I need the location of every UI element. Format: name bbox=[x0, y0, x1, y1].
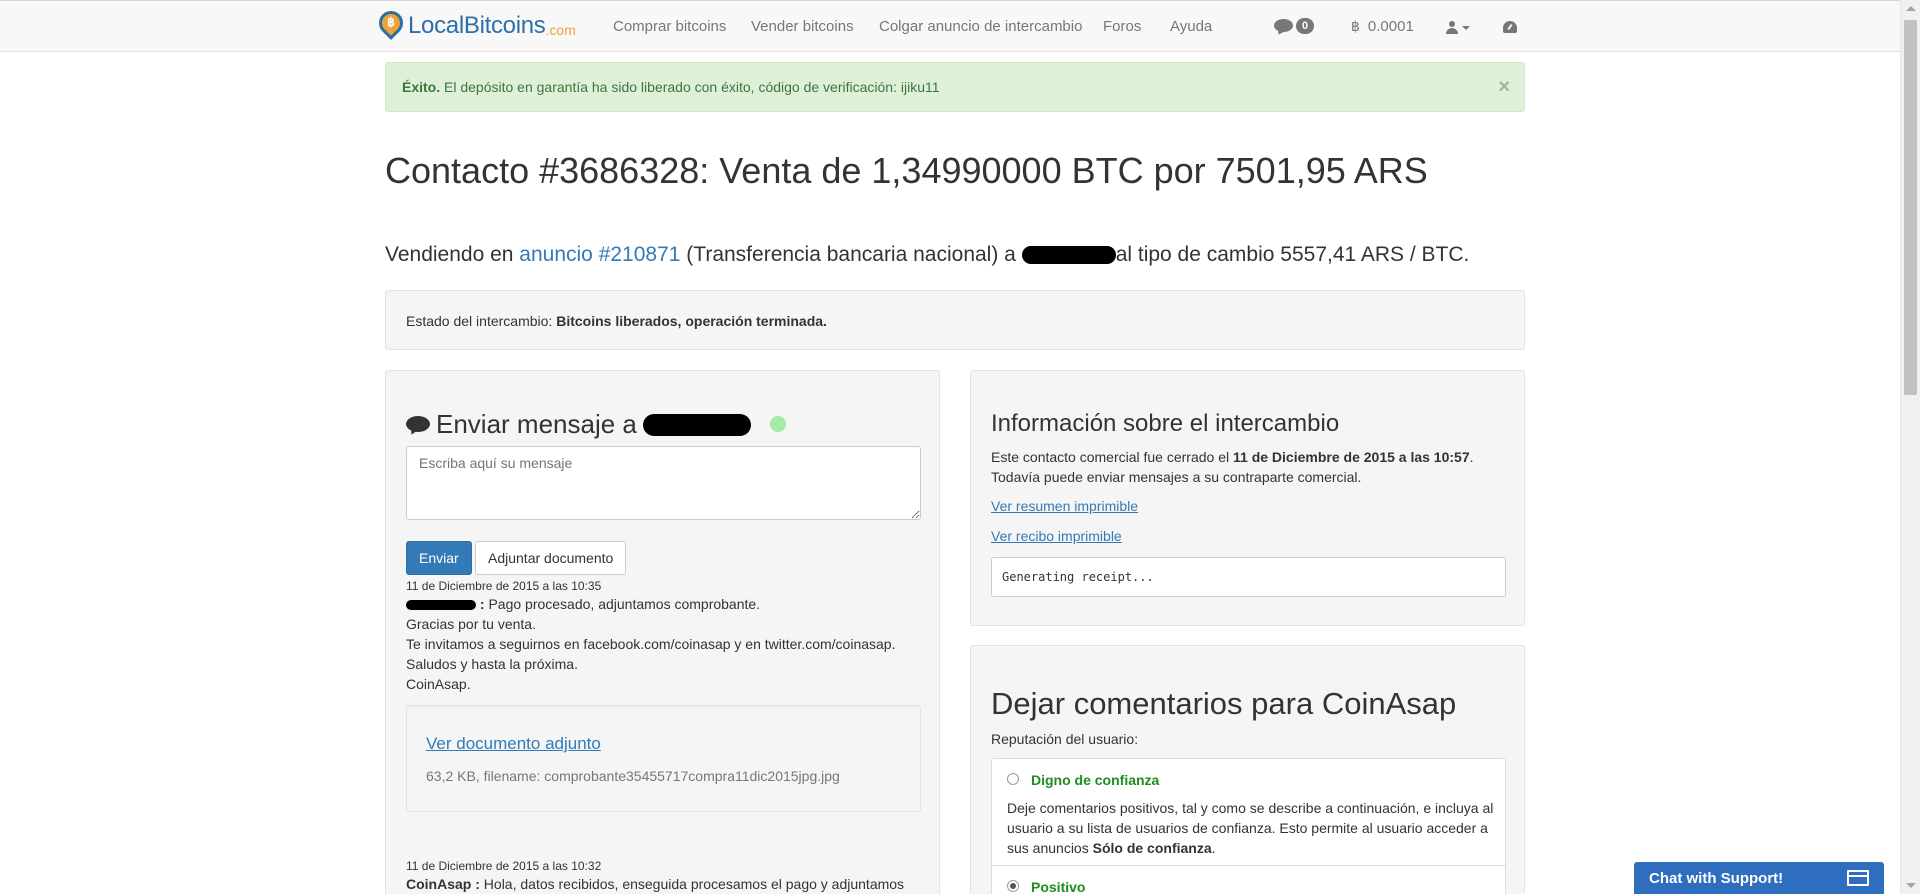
info-text-line2: Todavía puede enviar mensajes a su contr… bbox=[991, 469, 1362, 485]
status-value: Bitcoins liberados, operación terminada. bbox=[556, 313, 827, 329]
nav-messages[interactable]: 0 bbox=[1274, 18, 1315, 34]
message-sender-separator: : bbox=[476, 596, 485, 612]
messages-count-badge: 0 bbox=[1296, 18, 1315, 34]
scrollbar-thumb[interactable] bbox=[1904, 20, 1917, 395]
trade-status: Estado del intercambio: Bitcoins liberad… bbox=[385, 290, 1525, 350]
localbitcoins-logo-icon: ฿ bbox=[374, 6, 408, 41]
trusted-description: Deje comentarios positivos, tal y como s… bbox=[1007, 798, 1502, 858]
chat-support-button[interactable]: Chat with Support! bbox=[1634, 862, 1884, 894]
message-line: : Pago procesado, adjuntamos comprobante… bbox=[406, 594, 895, 614]
redacted-username bbox=[406, 600, 476, 611]
lead-suffix: al tipo de cambio 5557,41 ARS / BTC. bbox=[1115, 243, 1470, 266]
printable-receipt-link[interactable]: Ver recibo imprimible bbox=[991, 528, 1122, 544]
alert-strong: Éxito. bbox=[402, 79, 441, 95]
bitcoin-icon: ฿ bbox=[1351, 18, 1360, 34]
trusted-desc-text: Deje comentarios positivos, tal y como s… bbox=[1007, 800, 1494, 856]
chat-support-label: Chat with Support! bbox=[1649, 870, 1784, 887]
closed-date: 11 de Diciembre de 2015 a las 10:57 bbox=[1233, 449, 1470, 465]
wallet-balance-value: 0.0001 bbox=[1367, 18, 1414, 35]
message-text: Hola, datos recibidos, enseguida procesa… bbox=[479, 876, 905, 892]
message-text: Gracias por tu venta. bbox=[406, 616, 536, 632]
nav-forums[interactable]: Foros bbox=[1103, 18, 1141, 35]
message-sender-separator: : bbox=[471, 876, 480, 892]
online-status-icon bbox=[770, 416, 786, 432]
message-input[interactable] bbox=[406, 446, 921, 520]
comment-icon bbox=[406, 415, 430, 434]
lead-prefix: Vendiendo en bbox=[385, 243, 520, 266]
message-item: 11 de Diciembre de 2015 a las 10:32 Coin… bbox=[406, 858, 904, 894]
user-icon bbox=[1446, 21, 1458, 34]
attachment-box: Ver documento adjunto 63,2 KB, filename:… bbox=[406, 705, 921, 812]
nav-user-menu[interactable] bbox=[1446, 21, 1470, 34]
nav-wallet-balance[interactable]: ฿ 0.0001 bbox=[1351, 18, 1414, 35]
status-label: Estado del intercambio: bbox=[406, 313, 557, 329]
trusted-label[interactable]: Digno de confianza bbox=[1031, 772, 1159, 788]
trade-info-title: Información sobre el intercambio bbox=[991, 410, 1340, 437]
send-button[interactable]: Enviar bbox=[406, 541, 472, 575]
message-sender: CoinAsap bbox=[406, 876, 472, 892]
redacted-username bbox=[1021, 246, 1116, 265]
nav-post-trade-ad[interactable]: Colgar anuncio de intercambio bbox=[879, 18, 1082, 35]
trade-info-text: Este contacto comercial fue cerrado el 1… bbox=[991, 447, 1474, 487]
message-item: 11 de Diciembre de 2015 a las 10:35 : Pa… bbox=[406, 578, 895, 694]
positive-label[interactable]: Positivo bbox=[1031, 879, 1085, 894]
printable-summary-link[interactable]: Ver resumen imprimible bbox=[991, 498, 1138, 514]
view-attachment-link[interactable]: Ver documento adjunto bbox=[426, 734, 601, 754]
feedback-panel: Dejar comentarios para CoinAsap Reputaci… bbox=[970, 645, 1525, 894]
receipt-status-box: Generating receipt... bbox=[991, 557, 1506, 597]
trusted-desc-suffix: . bbox=[1211, 840, 1216, 856]
page-scrollbar[interactable] bbox=[1900, 0, 1920, 894]
attachment-meta: 63,2 KB, filename: comprobante35455717co… bbox=[426, 768, 840, 784]
close-icon[interactable]: × bbox=[1498, 76, 1510, 99]
attach-document-button[interactable]: Adjuntar documento bbox=[475, 541, 627, 575]
dashboard-icon bbox=[1503, 21, 1517, 33]
redacted-username bbox=[642, 413, 751, 436]
feedback-options: Digno de confianza Deje comentarios posi… bbox=[991, 758, 1506, 894]
scroll-up-icon[interactable] bbox=[1906, 6, 1916, 11]
info-text-prefix: Este contacto comercial fue cerrado el bbox=[991, 449, 1234, 465]
message-text: CoinAsap. bbox=[406, 676, 471, 692]
feedback-option-positive[interactable]: Positivo bbox=[992, 866, 1505, 894]
message-panel: Enviar mensaje a Enviar Adjuntar documen… bbox=[385, 370, 940, 894]
message-text: Saludos y hasta la próxima. bbox=[406, 656, 578, 672]
message-text: Pago procesado, adjuntamos comprobante. bbox=[484, 596, 761, 612]
message-heading: Enviar mensaje a bbox=[406, 409, 751, 440]
message-heading-text: Enviar mensaje a bbox=[436, 409, 637, 439]
message-line: CoinAsap : Hola, datos recibidos, ensegu… bbox=[406, 874, 904, 894]
alert-message: El depósito en garantía ha sido liberado… bbox=[440, 79, 940, 95]
brand-logo-link[interactable]: ฿ LocalBitcoins .com bbox=[374, 6, 576, 41]
chat-bubble-icon bbox=[1274, 18, 1293, 34]
nav-dashboard[interactable] bbox=[1503, 21, 1517, 33]
trade-summary: Vendiendo en anuncio #210871 (Transferen… bbox=[385, 243, 1469, 267]
chat-window-icon bbox=[1847, 870, 1869, 886]
trade-info-panel: Información sobre el intercambio Este co… bbox=[970, 370, 1525, 626]
message-date: 11 de Diciembre de 2015 a las 10:32 bbox=[406, 859, 602, 873]
nav-help[interactable]: Ayuda bbox=[1170, 18, 1212, 35]
top-navbar: ฿ LocalBitcoins .com Comprar bitcoins Ve… bbox=[0, 0, 1900, 52]
feedback-title: Dejar comentarios para CoinAsap bbox=[991, 686, 1457, 721]
feedback-option-trusted[interactable]: Digno de confianza Deje comentarios posi… bbox=[992, 759, 1505, 866]
nav-buy-bitcoins[interactable]: Comprar bitcoins bbox=[613, 18, 726, 35]
page-title: Contacto #3686328: Venta de 1,34990000 B… bbox=[385, 150, 1428, 191]
info-text-suffix: . bbox=[1469, 449, 1474, 465]
trusted-desc-bold: Sólo de confianza bbox=[1092, 840, 1212, 856]
brand-suffix: .com bbox=[545, 21, 576, 38]
lead-middle: (Transferencia bancaria nacional) a bbox=[680, 243, 1022, 266]
nav-sell-bitcoins[interactable]: Vender bitcoins bbox=[751, 18, 854, 35]
scroll-down-icon[interactable] bbox=[1906, 883, 1916, 888]
brand-name: LocalBitcoins bbox=[408, 12, 546, 39]
ad-link[interactable]: anuncio #210871 bbox=[519, 243, 680, 266]
trusted-radio[interactable] bbox=[1007, 773, 1019, 785]
success-alert: Éxito. El depósito en garantía ha sido l… bbox=[385, 62, 1525, 112]
positive-radio[interactable] bbox=[1007, 880, 1019, 892]
message-date: 11 de Diciembre de 2015 a las 10:35 bbox=[406, 579, 602, 593]
message-text: Te invitamos a seguirnos en facebook.com… bbox=[406, 636, 896, 652]
reputation-label: Reputación del usuario: bbox=[991, 731, 1139, 747]
caret-down-icon bbox=[1462, 25, 1470, 30]
